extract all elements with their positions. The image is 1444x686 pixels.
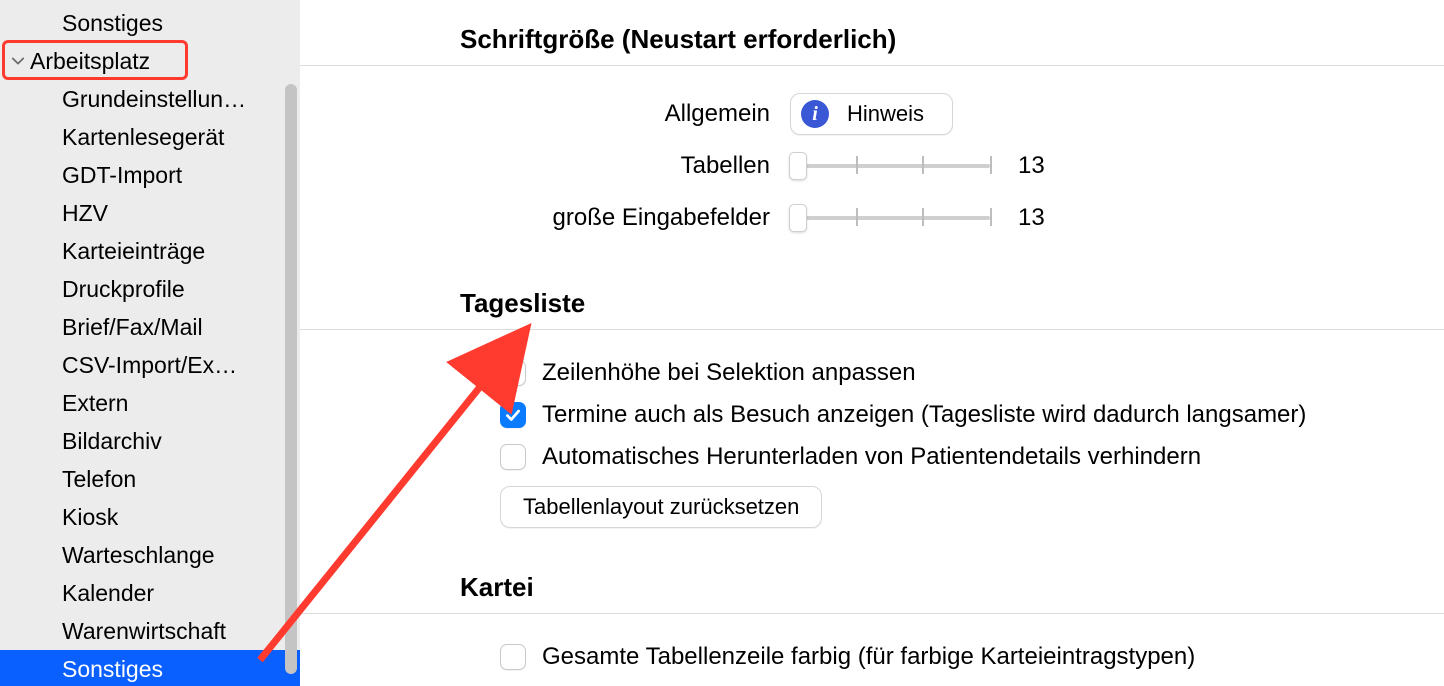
sidebar-item-label: Kiosk xyxy=(62,504,118,530)
slider-thumb[interactable] xyxy=(789,204,807,232)
checkbox-label: Gesamte Tabellenzeile farbig (für farbig… xyxy=(542,643,1195,671)
label-grosse-eingabefelder: große Eingabefelder xyxy=(300,204,790,232)
row-allgemein: Allgemein i Hinweis xyxy=(300,88,1444,140)
hinweis-button[interactable]: i Hinweis xyxy=(790,93,953,135)
sidebar-item-label: Karteieinträge xyxy=(62,238,205,264)
row-tabellen: Tabellen 13 xyxy=(300,140,1444,192)
row-grosse-eingabefelder: große Eingabefelder 13 xyxy=(300,192,1444,244)
sidebar-item-label: GDT-Import xyxy=(62,162,182,188)
sidebar-item-karteieintraege[interactable]: Karteieinträge xyxy=(0,232,300,270)
slider-tabellen-value: 13 xyxy=(1018,152,1045,180)
sidebar-item-label: Kalender xyxy=(62,580,154,606)
sidebar-item-csv-import-export[interactable]: CSV-Import/Ex… xyxy=(0,346,300,384)
main-panel: Schriftgröße (Neustart erforderlich) All… xyxy=(300,0,1444,686)
sidebar-item-grundeinstellungen[interactable]: Grundeinstellun… xyxy=(0,80,300,118)
sidebar-item-kartenlesegeraet[interactable]: Kartenlesegerät xyxy=(0,118,300,156)
checkbox-zeilenhoehe[interactable] xyxy=(500,360,526,386)
sidebar-item-label: Bildarchiv xyxy=(62,428,162,454)
checkbox-row-auto-download: Automatisches Herunterladen von Patiente… xyxy=(300,436,1444,478)
sidebar-item-label: HZV xyxy=(62,200,108,226)
sidebar-item-label: Grundeinstellun… xyxy=(62,86,246,112)
checkbox-auto-download[interactable] xyxy=(500,444,526,470)
checkbox-label: Termine auch als Besuch anzeigen (Tagesl… xyxy=(542,401,1306,429)
checkbox-termine-besuch[interactable] xyxy=(500,402,526,428)
section-schriftgroesse: Schriftgröße (Neustart erforderlich) All… xyxy=(300,0,1444,254)
sidebar-item-label: Sonstiges xyxy=(62,656,163,682)
sidebar-item-sonstiges-top[interactable]: Sonstiges xyxy=(0,4,300,42)
checkbox-label: Zeilenhöhe bei Selektion anpassen xyxy=(542,359,916,387)
section-header: Schriftgröße (Neustart erforderlich) xyxy=(300,24,1444,66)
sidebar-item-label: Sonstiges xyxy=(62,10,163,36)
sidebar-group-label: Arbeitsplatz xyxy=(30,48,150,74)
sidebar-item-gdt-import[interactable]: GDT-Import xyxy=(0,156,300,194)
sidebar-item-warenwirtschaft[interactable]: Warenwirtschaft xyxy=(0,612,300,650)
sidebar-item-label: Kartenlesegerät xyxy=(62,124,224,150)
scrollbar-thumb[interactable] xyxy=(285,84,297,674)
sidebar-item-brief-fax-mail[interactable]: Brief/Fax/Mail xyxy=(0,308,300,346)
sidebar-group-arbeitsplatz[interactable]: Arbeitsplatz xyxy=(0,42,300,80)
sidebar-item-label: Warteschlange xyxy=(62,542,215,568)
sidebar-item-extern[interactable]: Extern xyxy=(0,384,300,422)
sidebar-item-druckprofile[interactable]: Druckprofile xyxy=(0,270,300,308)
info-icon: i xyxy=(801,100,829,128)
reset-tabellenlayout-button[interactable]: Tabellenlayout zurücksetzen xyxy=(500,486,822,528)
section-title: Tagesliste xyxy=(460,288,585,318)
sidebar-item-telefon[interactable]: Telefon xyxy=(0,460,300,498)
sidebar-item-label: Telefon xyxy=(62,466,136,492)
sidebar: Sonstiges Arbeitsplatz Grundeinstellun… … xyxy=(0,0,300,686)
section-header: Tagesliste xyxy=(300,288,1444,330)
checkbox-row-termine-besuch: Termine auch als Besuch anzeigen (Tagesl… xyxy=(300,394,1444,436)
checkbox-row-zeilenhoehe: Zeilenhöhe bei Selektion anpassen xyxy=(300,352,1444,394)
section-title: Kartei xyxy=(460,572,534,602)
section-header: Kartei xyxy=(300,572,1444,614)
label-allgemein: Allgemein xyxy=(300,100,790,128)
sidebar-item-label: Druckprofile xyxy=(62,276,185,302)
sidebar-item-sonstiges[interactable]: Sonstiges xyxy=(0,650,300,686)
sidebar-item-bildarchiv[interactable]: Bildarchiv xyxy=(0,422,300,460)
button-row: Tabellenlayout zurücksetzen xyxy=(300,486,1444,528)
sidebar-item-label: Extern xyxy=(62,390,128,416)
sidebar-item-hzv[interactable]: HZV xyxy=(0,194,300,232)
checkbox-label: Automatisches Herunterladen von Patiente… xyxy=(542,443,1201,471)
sidebar-item-warteschlange[interactable]: Warteschlange xyxy=(0,536,300,574)
sidebar-item-label: CSV-Import/Ex… xyxy=(62,352,237,378)
button-label: Hinweis xyxy=(847,101,924,127)
slider-eingabefelder-value: 13 xyxy=(1018,204,1045,232)
section-kartei: Kartei Gesamte Tabellenzeile farbig (für… xyxy=(300,538,1444,686)
button-label: Tabellenlayout zurücksetzen xyxy=(523,494,799,520)
label-tabellen: Tabellen xyxy=(300,152,790,180)
sidebar-item-kalender[interactable]: Kalender xyxy=(0,574,300,612)
sidebar-item-kiosk[interactable]: Kiosk xyxy=(0,498,300,536)
slider-thumb[interactable] xyxy=(789,152,807,180)
checkbox-tabellenzeile-farbig[interactable] xyxy=(500,644,526,670)
sidebar-item-label: Brief/Fax/Mail xyxy=(62,314,203,340)
sidebar-item-label: Warenwirtschaft xyxy=(62,618,226,644)
chevron-down-icon[interactable] xyxy=(8,42,28,80)
slider-tabellen[interactable] xyxy=(790,152,990,180)
slider-eingabefelder[interactable] xyxy=(790,204,990,232)
checkbox-row-tabellenzeile-farbig: Gesamte Tabellenzeile farbig (für farbig… xyxy=(300,636,1444,678)
sidebar-scrollbar[interactable] xyxy=(284,84,298,674)
section-tagesliste: Tagesliste Zeilenhöhe bei Selektion anpa… xyxy=(300,254,1444,538)
section-title: Schriftgröße (Neustart erforderlich) xyxy=(460,24,896,54)
